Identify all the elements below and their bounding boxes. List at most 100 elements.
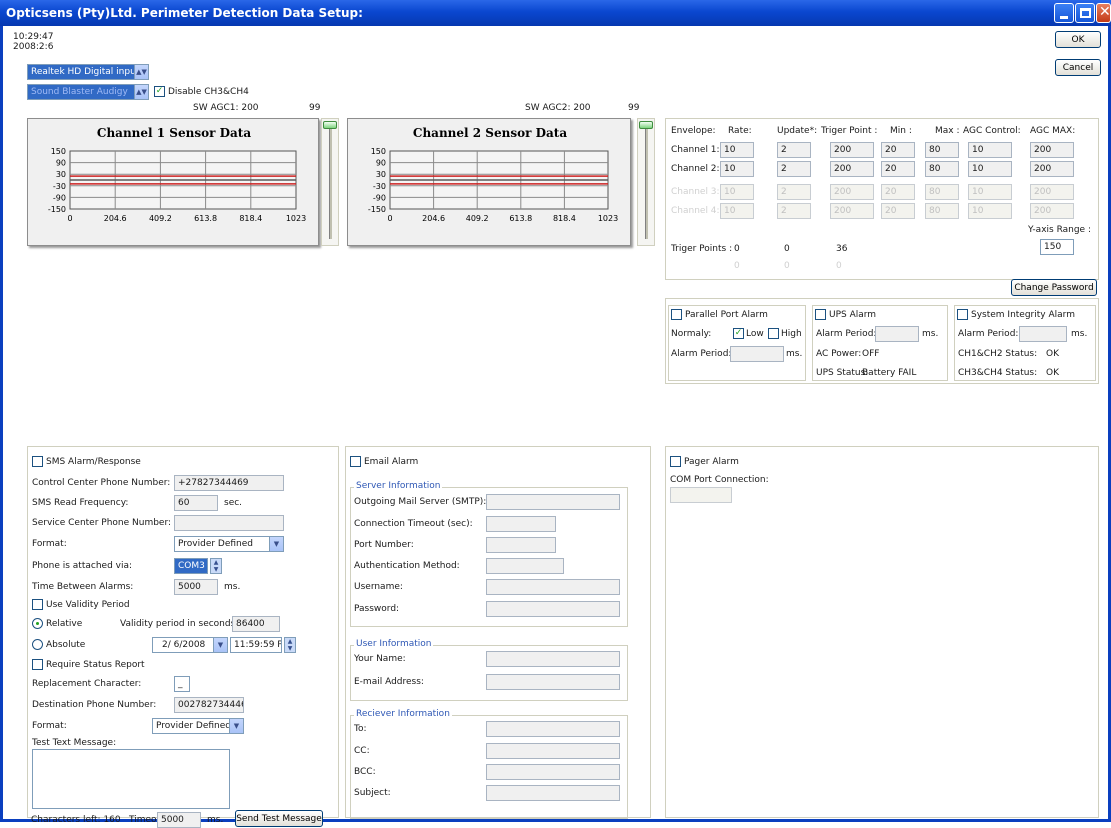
- receiver-info-title: Reciever Information: [354, 709, 452, 719]
- ch3-agc-max-field: 200: [1030, 184, 1074, 200]
- service-center-label: Service Center Phone Number:: [32, 518, 172, 528]
- ch2-max-field[interactable]: 80: [925, 161, 959, 177]
- ac-power-label: AC Power:: [816, 349, 862, 359]
- email-address-field[interactable]: [486, 674, 620, 690]
- ch1-trigger-field[interactable]: 200: [830, 142, 874, 158]
- slider-thumb[interactable]: [639, 121, 653, 129]
- channel-2-slider[interactable]: [637, 118, 655, 246]
- destination-field[interactable]: 0027827344469: [174, 697, 244, 713]
- ch1-agc-control-field[interactable]: 10: [968, 142, 1012, 158]
- absolute-time-spinner[interactable]: ▲ ▼: [284, 637, 296, 653]
- param-header: Envelope:: [671, 126, 716, 136]
- port-number-field[interactable]: [486, 537, 556, 553]
- integrity-alarm-period-field[interactable]: [1019, 326, 1067, 342]
- system-integrity-checkbox[interactable]: [957, 309, 968, 320]
- channel-2-chart: Channel 2 Sensor Data 0 204.6 409.2 613.8 818…: [347, 118, 631, 246]
- service-center-field[interactable]: [174, 515, 284, 531]
- disable-ch34-checkbox[interactable]: ✓: [154, 86, 165, 97]
- param-header: Min :: [890, 126, 912, 136]
- ms-unit: ms.: [207, 815, 224, 825]
- maximize-icon: [1080, 8, 1091, 18]
- x-tick-label: 409.2: [466, 214, 489, 223]
- maximize-button[interactable]: [1075, 3, 1095, 23]
- audio-input-1-value: Realtek HD Digital input: [31, 67, 140, 77]
- username-field[interactable]: [486, 579, 620, 595]
- time-between-label: Time Between Alarms:: [32, 582, 134, 592]
- relative-radio[interactable]: [32, 618, 43, 629]
- phone-via-spinner[interactable]: ▲ ▼: [210, 558, 222, 574]
- cancel-button[interactable]: Cancel: [1055, 59, 1101, 76]
- ch2-agc-control-field[interactable]: 10: [968, 161, 1012, 177]
- y-tick-label: -90: [373, 193, 386, 202]
- channel-1-slider[interactable]: [321, 118, 339, 246]
- cc-label: CC:: [354, 746, 370, 756]
- absolute-date-picker[interactable]: 2/ 6/2008 ▼: [152, 637, 228, 653]
- pager-alarm-checkbox[interactable]: [670, 456, 681, 467]
- email-address-label: E-mail Address:: [354, 677, 424, 687]
- bcc-field[interactable]: [486, 764, 620, 780]
- read-frequency-field[interactable]: 60: [174, 495, 218, 511]
- audio-input-2-select[interactable]: Sound Blaster Audigy ▲▼: [27, 84, 149, 100]
- ch2-rate-field[interactable]: 10: [720, 161, 754, 177]
- ok-button[interactable]: OK: [1055, 31, 1101, 48]
- change-password-button[interactable]: Change Password: [1011, 279, 1097, 296]
- ch1-agc-max-field[interactable]: 200: [1030, 142, 1074, 158]
- subject-field[interactable]: [486, 785, 620, 801]
- x-tick-label: 0: [67, 214, 72, 223]
- phone-via-field[interactable]: COM3: [174, 558, 208, 574]
- close-button[interactable]: ✕: [1096, 3, 1111, 23]
- format2-select[interactable]: Provider Defined ▼: [152, 718, 244, 734]
- connection-timeout-field[interactable]: [486, 516, 556, 532]
- ch2-trigger-field[interactable]: 200: [830, 161, 874, 177]
- port-number-label: Port Number:: [354, 540, 414, 550]
- ms-unit: ms.: [786, 349, 803, 359]
- ch3-rate-field: 10: [720, 184, 754, 200]
- parallel-port-checkbox[interactable]: [671, 309, 682, 320]
- parallel-alarm-period-field[interactable]: [730, 346, 784, 362]
- your-name-field[interactable]: [486, 651, 620, 667]
- smtp-field[interactable]: [486, 494, 620, 510]
- low-checkbox[interactable]: ✓: [733, 328, 744, 339]
- auth-method-select[interactable]: [486, 558, 564, 574]
- ch1-min-field[interactable]: 20: [881, 142, 915, 158]
- com-port-label: COM Port Connection:: [670, 475, 769, 485]
- param-header: Rate:: [728, 126, 752, 136]
- high-checkbox[interactable]: [768, 328, 779, 339]
- ch4-rate-field: 10: [720, 203, 754, 219]
- replacement-char-field[interactable]: _: [174, 676, 190, 692]
- time-between-field[interactable]: 5000: [174, 579, 218, 595]
- ch1-max-field[interactable]: 80: [925, 142, 959, 158]
- y-tick-label: 90: [376, 159, 386, 168]
- send-test-message-button[interactable]: Send Test Message: [235, 810, 323, 827]
- cc-field[interactable]: [486, 743, 620, 759]
- control-center-field[interactable]: +27827344469: [174, 475, 284, 491]
- password-field[interactable]: [486, 601, 620, 617]
- ups-alarm-period-field[interactable]: [875, 326, 919, 342]
- audio-input-1-select[interactable]: Realtek HD Digital input ▲▼: [27, 64, 149, 80]
- format-select[interactable]: Provider Defined ▼: [174, 536, 284, 552]
- ch1-rate-field[interactable]: 10: [720, 142, 754, 158]
- ch34-status-value: OK: [1046, 368, 1059, 378]
- ups-checkbox[interactable]: [815, 309, 826, 320]
- validity-period-checkbox[interactable]: [32, 599, 43, 610]
- test-message-textarea[interactable]: [32, 749, 230, 809]
- com-port-field[interactable]: [670, 487, 732, 503]
- ch1-update-field[interactable]: 2: [777, 142, 811, 158]
- ch2-min-field[interactable]: 20: [881, 161, 915, 177]
- characters-left: Characters left: 160: [31, 815, 121, 825]
- email-alarm-checkbox[interactable]: [350, 456, 361, 467]
- ch2-agc-max-field[interactable]: 200: [1030, 161, 1074, 177]
- sms-alarm-checkbox[interactable]: [32, 456, 43, 467]
- absolute-radio[interactable]: [32, 639, 43, 650]
- y-axis-range-field[interactable]: 150: [1040, 239, 1074, 255]
- validity-seconds-field[interactable]: 86400: [232, 616, 280, 632]
- to-field[interactable]: [486, 721, 620, 737]
- smtp-label: Outgoing Mail Server (SMTP):: [354, 497, 487, 507]
- minimize-button[interactable]: [1054, 3, 1074, 23]
- require-status-checkbox[interactable]: [32, 659, 43, 670]
- ch2-update-field[interactable]: 2: [777, 161, 811, 177]
- absolute-time-field[interactable]: 11:59:59 PM: [230, 637, 282, 653]
- timeout-field[interactable]: 5000: [157, 812, 201, 828]
- ch12-status-value: OK: [1046, 349, 1059, 359]
- slider-thumb[interactable]: [323, 121, 337, 129]
